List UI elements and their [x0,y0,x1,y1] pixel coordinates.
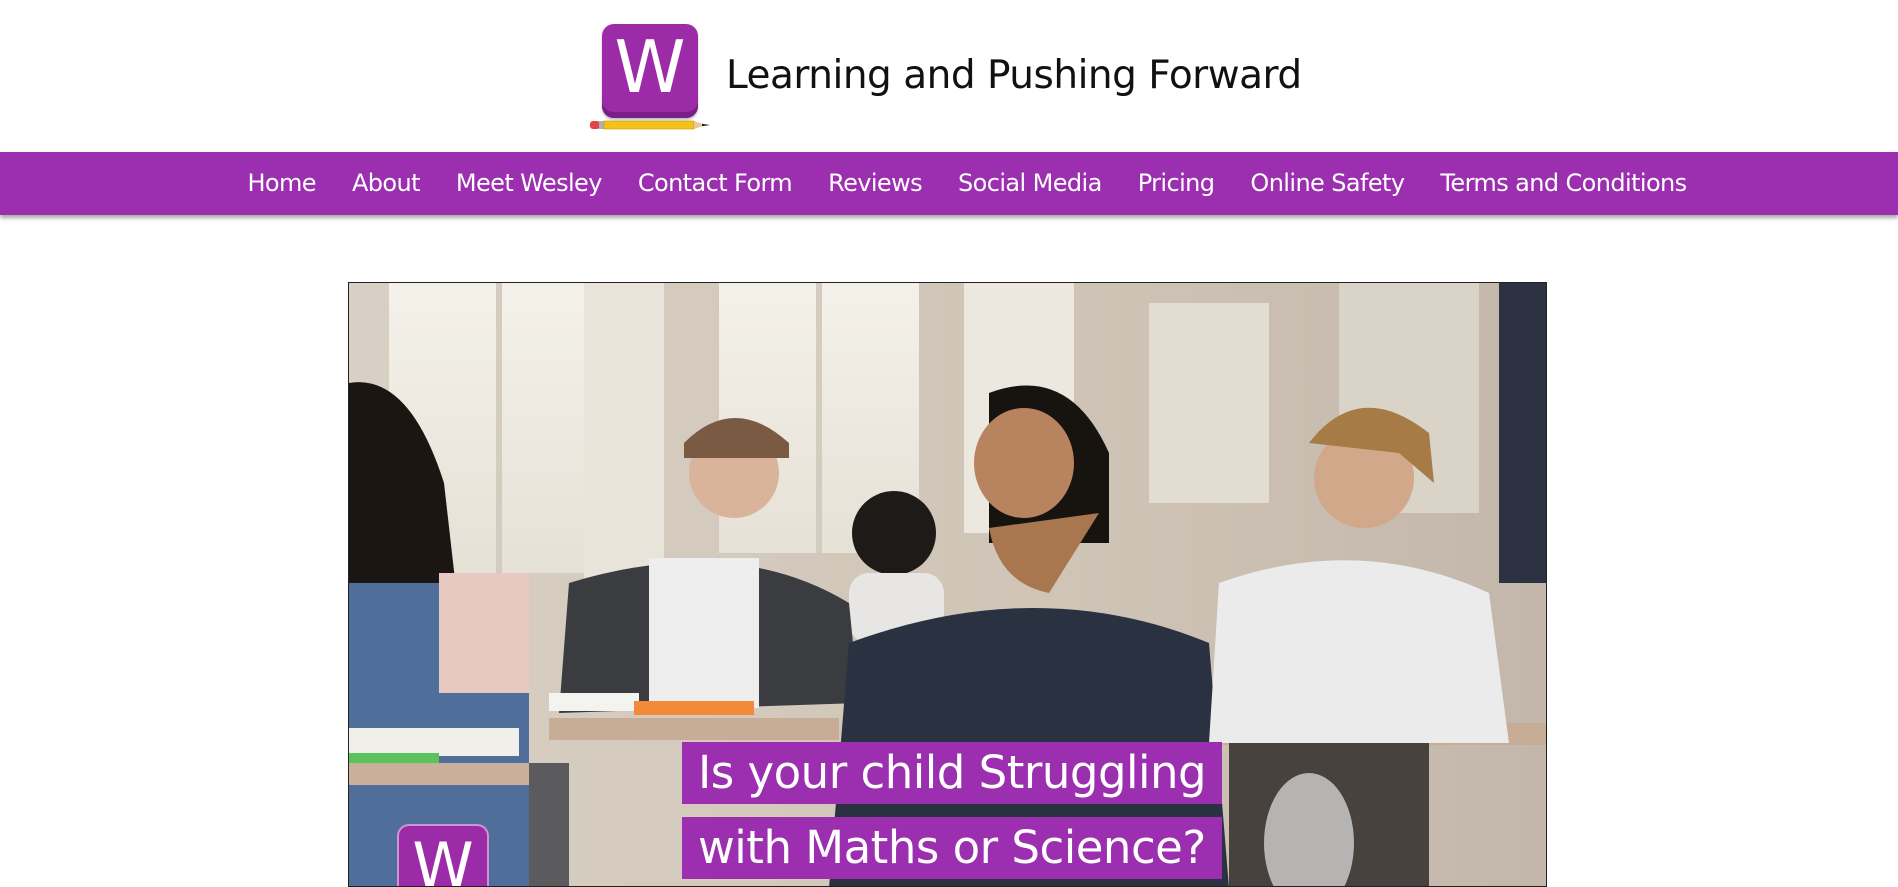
nav-item-terms-and-conditions[interactable]: Terms and Conditions [1422,152,1704,215]
nav-item-home[interactable]: Home [229,152,333,215]
nav-item-about[interactable]: About [334,152,438,215]
w-logo-badge-icon: W [397,824,489,886]
site-logo[interactable]: W [588,22,712,132]
site-title: Learning and Pushing Forward [726,53,1302,98]
nav-item-reviews[interactable]: Reviews [810,152,940,215]
nav-item-social-media[interactable]: Social Media [940,152,1120,215]
hero-video[interactable]: Is your child Struggling with Maths or S… [348,282,1547,887]
nav-list: Home About Meet Wesley Contact Form Revi… [0,152,1898,215]
hero-caption-line-1: Is your child Struggling [682,742,1223,804]
main-nav: Home About Meet Wesley Contact Form Revi… [0,152,1898,215]
site-header: W Learning and Pushing Forward [0,0,1898,152]
nav-item-online-safety[interactable]: Online Safety [1232,152,1422,215]
hero-caption-line-2: with Maths or Science? [682,817,1222,879]
nav-item-contact-form[interactable]: Contact Form [620,152,810,215]
w-logo-icon: W [602,24,698,118]
pencil-icon [590,120,710,130]
nav-item-pricing[interactable]: Pricing [1120,152,1233,215]
page: W Learning and Pushing Forward Home Abou… [0,0,1898,887]
nav-item-meet-wesley[interactable]: Meet Wesley [438,152,620,215]
